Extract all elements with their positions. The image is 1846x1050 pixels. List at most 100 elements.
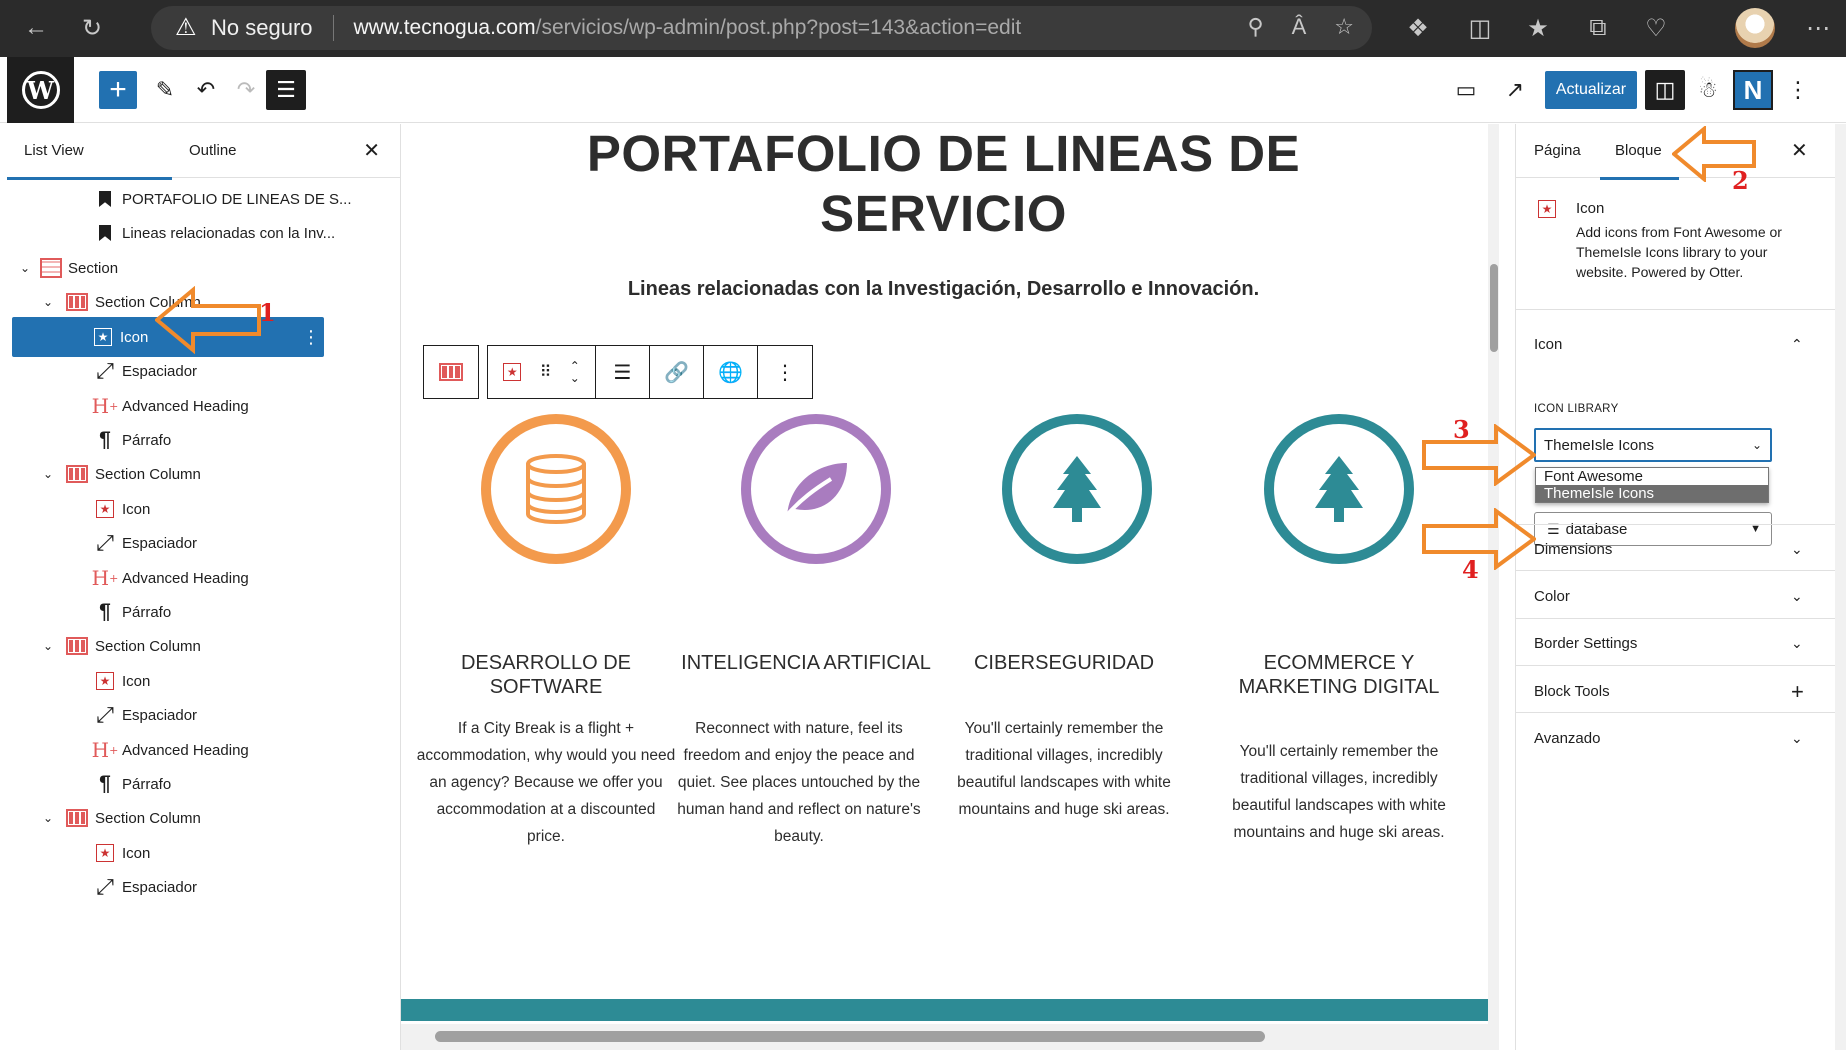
link-icon[interactable]: 🔗 bbox=[650, 346, 704, 398]
settings-sidebar-icon[interactable]: ◫ bbox=[1645, 70, 1685, 110]
star-icon: ★ bbox=[94, 670, 116, 692]
item-options-icon[interactable]: ⋮ bbox=[302, 327, 320, 348]
tab-list-view[interactable]: List View bbox=[7, 142, 172, 180]
tree-icon[interactable] bbox=[1002, 414, 1152, 564]
undo-icon[interactable]: ↶ bbox=[186, 70, 226, 110]
plus-icon[interactable]: + bbox=[1791, 679, 1804, 705]
external-view-icon[interactable]: ↗ bbox=[1495, 70, 1535, 110]
chevron-down-icon[interactable]: ⌄ bbox=[1791, 588, 1803, 605]
list-item-label: Espaciador bbox=[122, 362, 198, 380]
panel-block-tools[interactable]: Block Tools bbox=[1534, 683, 1834, 700]
panel-border-settings[interactable]: Border Settings bbox=[1534, 635, 1834, 652]
star-icon[interactable]: ★ bbox=[503, 363, 522, 381]
zoom-icon[interactable]: ⚲ bbox=[1247, 14, 1263, 40]
card-text[interactable]: Reconnect with nature, feel its freedom … bbox=[669, 715, 929, 850]
list-item-label: PORTAFOLIO DE LINEAS DE S... bbox=[122, 190, 352, 208]
option-font-awesome[interactable]: Font Awesome bbox=[1536, 468, 1768, 485]
list-item[interactable]: ⤢ Espaciador bbox=[12, 351, 386, 391]
editor-canvas[interactable]: PORTAFOLIO DE LINEAS DE SERVICIO Lineas … bbox=[401, 124, 1499, 1050]
list-item-label: Párrafo bbox=[122, 775, 172, 793]
list-item-section-column[interactable]: ⌄ Section Column bbox=[12, 454, 386, 494]
read-aloud-icon[interactable]: Â bbox=[1292, 14, 1307, 40]
card-text[interactable]: You'll certainly remember the traditiona… bbox=[1209, 738, 1469, 846]
plugin-n-icon[interactable]: N bbox=[1733, 70, 1773, 110]
add-block-button[interactable]: + bbox=[99, 71, 137, 109]
list-item[interactable]: Lineas relacionadas con la Inv... bbox=[12, 213, 386, 253]
card-title[interactable]: ECOMMERCE Y MARKETING DIGITAL bbox=[1209, 651, 1469, 699]
resize-icon: ⤢ bbox=[96, 530, 114, 555]
icon-library-select[interactable]: ThemeIsle Icons ⌄ bbox=[1534, 428, 1772, 462]
chevron-down-icon[interactable]: ⌄ bbox=[1791, 730, 1803, 747]
database-icon[interactable] bbox=[481, 414, 631, 564]
tab-outline[interactable]: Outline bbox=[189, 142, 237, 159]
browser-toolbar: ← ↻ ⚠ No seguro www.tecnogua.com/servici… bbox=[0, 0, 1846, 57]
more-options-icon[interactable]: ⋮ bbox=[758, 346, 812, 398]
chevron-down-icon[interactable]: ⌄ bbox=[17, 261, 33, 275]
list-item-section-column[interactable]: ⌄ Section Column bbox=[12, 798, 386, 838]
wordpress-logo-icon[interactable]: W bbox=[7, 57, 74, 123]
card-text[interactable]: You'll certainly remember the traditiona… bbox=[934, 715, 1194, 823]
list-view-panel: List View Outline ✕ PORTAFOLIO DE LINEAS… bbox=[7, 124, 401, 1050]
address-bar[interactable]: ⚠ No seguro www.tecnogua.com/servicios/w… bbox=[151, 6, 1372, 50]
redo-icon[interactable]: ↷ bbox=[226, 70, 266, 110]
align-button[interactable]: ☰ bbox=[596, 346, 650, 398]
drag-handle-icon[interactable]: ⠿ bbox=[540, 362, 552, 382]
favorite-star-icon[interactable]: ☆ bbox=[1334, 14, 1354, 40]
icon-library-value: ThemeIsle Icons bbox=[1544, 436, 1655, 454]
panel-advanced[interactable]: Avanzado bbox=[1534, 730, 1834, 747]
list-item[interactable]: ⤢ Espaciador bbox=[12, 867, 386, 907]
card-title[interactable]: CIBERSEGURIDAD bbox=[934, 651, 1194, 675]
pencil-tools-icon[interactable]: ✎ bbox=[145, 70, 185, 110]
card-title[interactable]: INTELIGENCIA ARTIFICIAL bbox=[676, 651, 936, 675]
favorites-icon[interactable]: ★ bbox=[1520, 10, 1556, 46]
star-icon: ★ bbox=[94, 842, 116, 864]
list-view-toggle-icon[interactable]: ☰ bbox=[266, 70, 306, 110]
list-item-label: Espaciador bbox=[122, 706, 198, 724]
card-title[interactable]: DESARROLLO DE SOFTWARE bbox=[416, 651, 676, 699]
tree-icon[interactable] bbox=[1264, 414, 1414, 564]
profile-avatar[interactable] bbox=[1735, 8, 1775, 48]
chevron-down-icon[interactable]: ⌄ bbox=[40, 467, 56, 481]
panel-dimensions[interactable]: Dimensions bbox=[1534, 541, 1834, 558]
list-item-label: Section bbox=[68, 259, 119, 277]
icon-panel-title[interactable]: Icon bbox=[1534, 336, 1834, 353]
bookmark-icon bbox=[94, 188, 116, 210]
globe-icon[interactable]: 🌐 bbox=[704, 346, 758, 398]
penguin-plugin-icon[interactable]: ☃ bbox=[1688, 70, 1728, 110]
extensions-icon[interactable]: ❖ bbox=[1400, 10, 1436, 46]
list-item[interactable]: ⤢ Espaciador bbox=[12, 695, 386, 735]
move-up-down-icon[interactable]: ⌃ ⌄ bbox=[570, 360, 580, 384]
leaf-icon[interactable] bbox=[741, 414, 891, 564]
update-button[interactable]: Actualizar bbox=[1545, 71, 1637, 109]
chevron-down-icon[interactable]: ⌄ bbox=[40, 811, 56, 825]
panel-color[interactable]: Color bbox=[1534, 588, 1834, 605]
more-icon[interactable]: ⋯ bbox=[1800, 10, 1836, 46]
sidebar-scrollbar[interactable] bbox=[1835, 124, 1846, 1050]
select-parent-button[interactable] bbox=[424, 346, 478, 398]
health-icon[interactable]: ♡ bbox=[1638, 10, 1674, 46]
vertical-scrollbar[interactable] bbox=[1488, 124, 1499, 1024]
collections-icon[interactable]: ⧉ bbox=[1580, 10, 1616, 46]
list-item[interactable]: ⤢ Espaciador bbox=[12, 523, 386, 563]
chevron-down-icon[interactable]: ⌄ bbox=[1791, 541, 1803, 558]
split-screen-icon[interactable]: ◫ bbox=[1462, 10, 1498, 46]
chevron-down-icon[interactable]: ⌄ bbox=[40, 639, 56, 653]
page-title[interactable]: PORTAFOLIO DE LINEAS DE SERVICIO bbox=[401, 124, 1486, 244]
close-icon[interactable]: ✕ bbox=[1791, 138, 1808, 163]
back-icon[interactable]: ← bbox=[18, 10, 54, 46]
chevron-down-icon[interactable]: ⌄ bbox=[40, 295, 56, 309]
options-icon[interactable]: ⋮ bbox=[1778, 70, 1818, 110]
chevron-up-icon[interactable]: ⌃ bbox=[1791, 336, 1803, 353]
close-icon[interactable]: ✕ bbox=[363, 138, 380, 163]
page-subtitle[interactable]: Lineas relacionadas con la Investigación… bbox=[401, 278, 1486, 301]
list-item-section-column[interactable]: ⌄ Section Column bbox=[12, 626, 386, 666]
vertical-scroll-thumb[interactable] bbox=[1490, 264, 1498, 352]
option-themeisle[interactable]: ThemeIsle Icons bbox=[1536, 485, 1768, 502]
preview-device-icon[interactable]: ▭ bbox=[1446, 70, 1486, 110]
horizontal-scroll-thumb[interactable] bbox=[435, 1031, 1265, 1042]
chevron-down-icon[interactable]: ⌄ bbox=[1791, 635, 1803, 652]
card-text[interactable]: If a City Break is a flight + accommodat… bbox=[416, 715, 676, 850]
tab-block[interactable]: Bloque bbox=[1600, 142, 1679, 180]
tab-page[interactable]: Página bbox=[1534, 142, 1581, 159]
refresh-icon[interactable]: ↻ bbox=[74, 10, 110, 46]
